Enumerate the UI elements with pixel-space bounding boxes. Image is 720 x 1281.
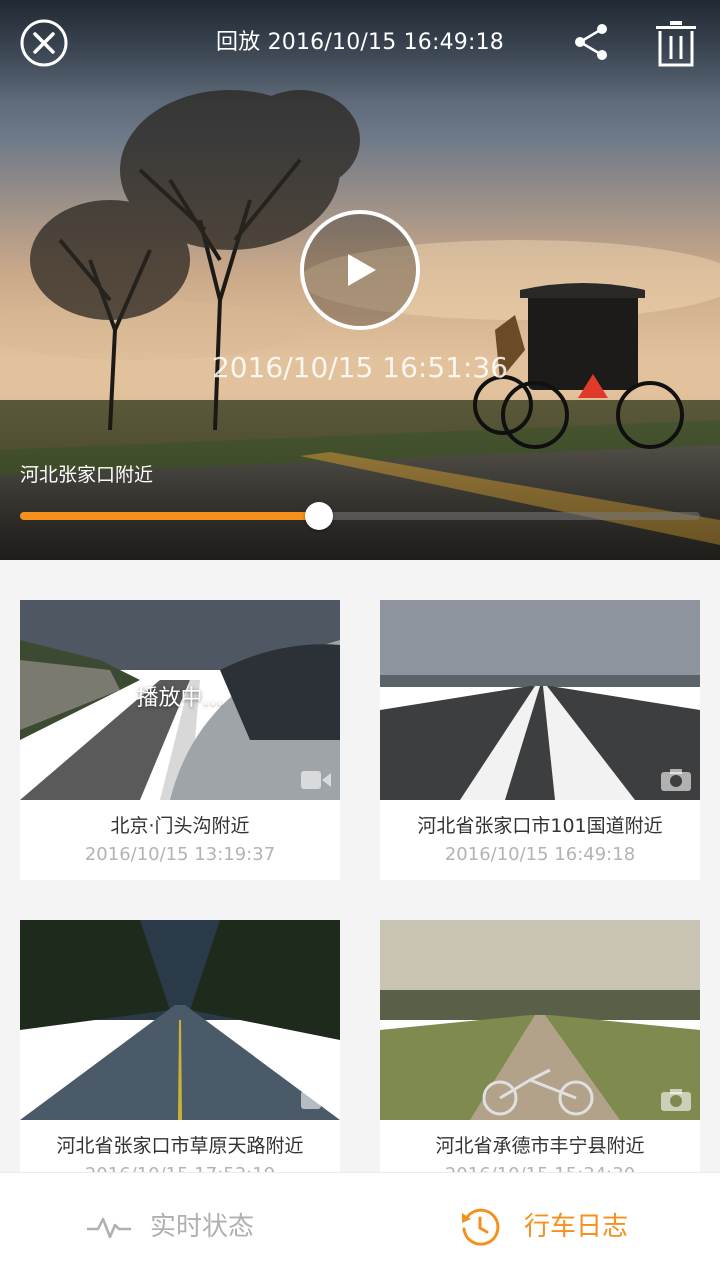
close-icon <box>20 19 68 67</box>
camera-icon <box>661 1089 691 1111</box>
clip-location: 河北省张家口市101国道附近 <box>417 815 663 837</box>
clip-location: 河北省张家口市草原天路附近 <box>56 1135 304 1157</box>
play-button[interactable] <box>300 210 420 330</box>
close-button[interactable] <box>20 19 68 67</box>
clip-thumbnail <box>380 920 700 1120</box>
tab-live-status-label: 实时状态 <box>150 1212 255 1242</box>
video-player[interactable]: 回放 2016/10/15 16:49:18 2016/10/15 16:51:… <box>0 0 720 560</box>
progress-handle[interactable] <box>305 502 334 530</box>
clip-thumbnail <box>20 920 340 1120</box>
clip-card[interactable]: 河北省张家口市101国道附近 2016/10/15 16:49:18 <box>380 600 700 880</box>
clip-thumbnail <box>380 600 700 800</box>
clip-card[interactable]: 播放中... 北京·门头沟附近 2016/10/15 13:19:37 <box>20 600 340 880</box>
clip-card[interactable]: 河北省承德市丰宁县附近 2016/10/15 15:34:30 <box>380 920 700 1200</box>
clip-location: 河北省承德市丰宁县附近 <box>435 1135 645 1157</box>
video-camera-icon <box>301 1091 331 1109</box>
clip-card[interactable]: 河北省张家口市草原天路附近 2016/10/15 17:53:19 <box>20 920 340 1200</box>
progress-bar[interactable] <box>20 502 700 530</box>
progress-fill <box>20 512 320 520</box>
bottom-tab-bar: 实时状态 行车日志 <box>0 1172 720 1281</box>
share-icon <box>575 24 607 60</box>
trash-icon <box>656 21 696 67</box>
history-clock-icon <box>462 1208 500 1246</box>
clip-location: 河北张家口附近 <box>20 464 154 486</box>
tab-driving-log[interactable]: 行车日志 <box>360 1173 720 1281</box>
clip-thumbnail: 播放中... <box>20 600 340 800</box>
pulse-icon <box>87 1217 131 1239</box>
clip-timestamp: 2016/10/15 16:51:36 <box>211 351 509 384</box>
delete-button[interactable] <box>654 19 698 67</box>
tab-driving-log-label: 行车日志 <box>524 1212 629 1242</box>
share-button[interactable] <box>570 21 612 63</box>
now-playing-label: 播放中... <box>136 686 224 711</box>
video-camera-icon <box>301 771 331 789</box>
camera-icon <box>661 769 691 791</box>
replay-title: 回放 2016/10/15 16:49:18 <box>216 30 504 55</box>
clip-time: 2016/10/15 13:19:37 <box>84 844 276 865</box>
tab-live-status[interactable]: 实时状态 <box>0 1173 360 1281</box>
clip-location: 北京·门头沟附近 <box>110 815 250 837</box>
play-icon <box>300 210 420 330</box>
clip-time: 2016/10/15 16:49:18 <box>444 844 636 865</box>
